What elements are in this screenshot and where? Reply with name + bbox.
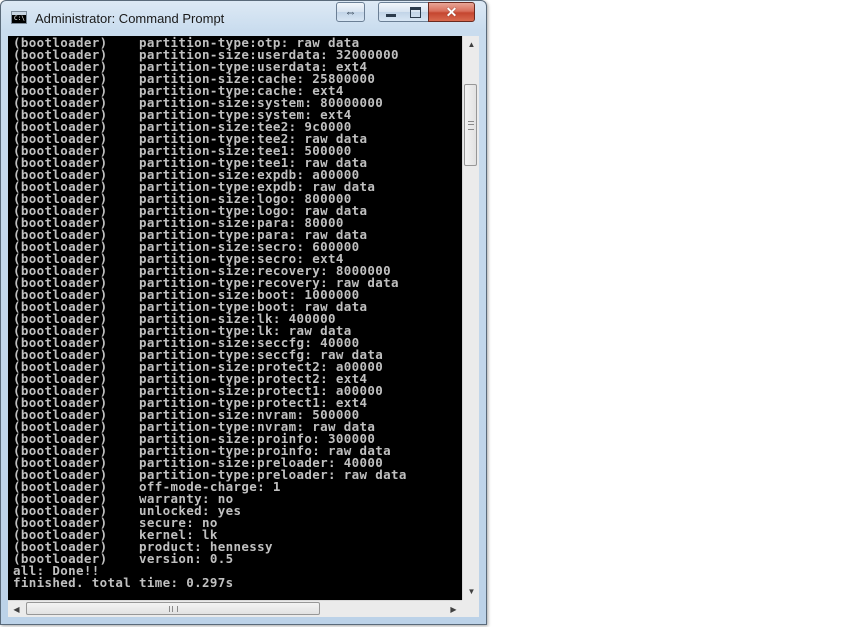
- minimize-icon: [386, 14, 396, 17]
- swap-arrows-icon: ⇔: [344, 5, 357, 19]
- minimize-button[interactable]: [378, 2, 404, 22]
- maximize-icon: [410, 6, 421, 18]
- title-bar[interactable]: C:\ Administrator: Command Prompt ⇔ ✕: [1, 1, 486, 33]
- icon-glyph: C:\: [14, 15, 25, 22]
- scroll-right-button[interactable]: ▶: [445, 601, 462, 617]
- console-output[interactable]: (bootloader) partition-type:otp: raw dat…: [8, 36, 462, 600]
- scroll-left-button[interactable]: ◀: [8, 601, 25, 617]
- scrollbar-corner: [462, 600, 479, 617]
- maximize-button[interactable]: [403, 2, 429, 22]
- scroll-up-button[interactable]: ▲: [463, 36, 480, 53]
- left-arrow-icon: ◀: [13, 604, 20, 614]
- scroll-down-button[interactable]: ▼: [463, 583, 480, 600]
- close-icon: ✕: [445, 4, 458, 20]
- grip-icon: [168, 605, 178, 612]
- console-line: finished. total time: 0.297s: [13, 575, 234, 590]
- horizontal-scrollbar[interactable]: ◀ ▶: [8, 600, 462, 617]
- switch-window-button[interactable]: ⇔: [336, 2, 365, 22]
- horizontal-scroll-thumb[interactable]: [26, 602, 320, 615]
- grip-icon: [467, 120, 474, 130]
- down-arrow-icon: ▼: [467, 587, 476, 596]
- console-text: (bootloader) partition-type:otp: raw dat…: [13, 36, 407, 590]
- window-title: Administrator: Command Prompt: [35, 11, 225, 26]
- right-arrow-icon: ▶: [450, 604, 457, 614]
- close-button[interactable]: ✕: [428, 2, 475, 22]
- command-prompt-icon[interactable]: C:\: [11, 11, 27, 24]
- vertical-scrollbar[interactable]: ▲ ▼: [462, 36, 479, 600]
- command-prompt-window: C:\ Administrator: Command Prompt ⇔ ✕ (b…: [0, 0, 487, 625]
- vertical-scroll-thumb[interactable]: [464, 84, 477, 166]
- up-arrow-icon: ▲: [467, 40, 476, 49]
